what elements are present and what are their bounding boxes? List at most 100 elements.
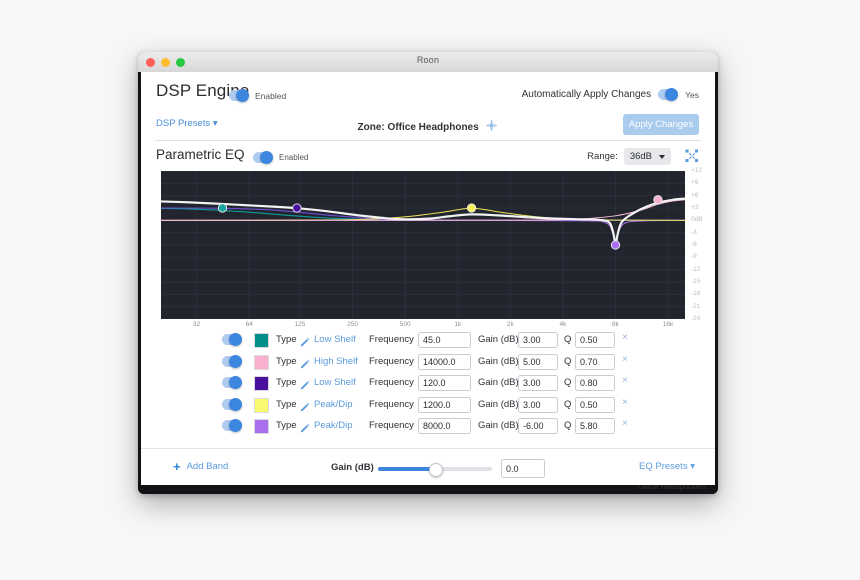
x-tick-label: 16k — [662, 321, 674, 328]
toggle-knob — [236, 89, 249, 102]
y-tick-label: -21 — [691, 302, 701, 310]
band-enable-toggle[interactable] — [222, 333, 242, 346]
remove-band-button[interactable]: × — [622, 419, 628, 429]
q-label: Q — [564, 355, 572, 367]
add-band-button[interactable]: + Add Band — [173, 460, 228, 473]
band-enable-toggle[interactable] — [222, 376, 242, 389]
frequency-input[interactable]: 14000.0 — [418, 353, 471, 370]
toggle-knob — [229, 419, 242, 432]
x-tick-label: 2k — [506, 321, 514, 328]
frequency-input[interactable]: 45.0 — [418, 332, 471, 348]
eq-presets-dropdown[interactable]: EQ Presets ▾ — [639, 461, 695, 472]
y-tick-label: -3 — [691, 228, 697, 236]
frequency-input[interactable]: 1200.0 — [418, 396, 471, 413]
dsp-enabled-label: Enabled — [255, 90, 287, 101]
gain-input[interactable]: 3.00 — [518, 375, 558, 391]
y-tick-label: -9 — [691, 253, 697, 261]
q-input[interactable]: 5.80 — [575, 418, 615, 434]
screenshot-root: Roon DSP Engine Enabled Automatically Ap… — [0, 0, 860, 580]
gain-label: Gain (dB) — [478, 355, 519, 367]
eq-response-chart[interactable] — [161, 171, 685, 319]
eq-bands-table: Type Low Shelf Frequency 45.0 Gain (dB) 3.00 Q… — [141, 329, 715, 437]
eq-graph-area: +12 +9 +6 +3 0dB -3 -6 -9 -12 -15 -18 -21 -24 32 64 12… — [155, 167, 703, 328]
auto-apply-group: Automatically Apply Changes Yes — [522, 88, 699, 101]
pencil-icon[interactable] — [300, 399, 310, 411]
q-input[interactable]: 0.50 — [575, 332, 615, 348]
x-tick-label: 1k — [454, 321, 462, 328]
band-color-swatch[interactable] — [254, 419, 269, 434]
gain-input[interactable]: 3.00 — [518, 332, 558, 348]
parametric-eq-header: Parametric EQ Enabled Range: 36dB — [141, 141, 715, 171]
auto-apply-value: Yes — [685, 89, 699, 100]
auto-apply-toggle[interactable] — [658, 88, 679, 101]
gain-input[interactable]: 5.00 — [518, 353, 558, 370]
remove-band-button[interactable]: × — [622, 354, 628, 365]
chevron-down-icon — [659, 154, 665, 159]
band-type-value[interactable]: Low Shelf — [314, 377, 356, 388]
apply-changes-button[interactable]: Apply Changes — [623, 114, 699, 135]
band-color-swatch[interactable] — [254, 333, 269, 348]
y-axis-tick-labels: +12 +9 +6 +3 0dB -3 -6 -9 -12 -15 -18 -21 -24 — [691, 167, 715, 322]
pencil-icon[interactable] — [300, 356, 310, 368]
master-gain-slider[interactable] — [378, 463, 492, 477]
table-row: Type Low Shelf Frequency 120.0 Gain (dB) 3.00… — [141, 372, 715, 394]
band-type-value[interactable]: Peak/Dip — [314, 399, 353, 410]
dsp-enabled-toggle[interactable] — [229, 89, 249, 102]
master-gain-input[interactable]: 0.0 — [501, 459, 545, 478]
q-input[interactable]: 0.50 — [575, 396, 615, 413]
pencil-icon[interactable] — [300, 377, 310, 390]
range-select[interactable]: 36dB — [623, 148, 671, 165]
x-tick-label: 32 — [193, 321, 201, 328]
y-tick-label: -6 — [691, 241, 697, 248]
expand-icon[interactable] — [685, 149, 699, 163]
peq-enabled-toggle[interactable] — [253, 151, 273, 164]
band-type-value[interactable]: Peak/Dip — [314, 420, 353, 431]
frequency-label: Frequency — [369, 420, 414, 431]
band-enable-toggle[interactable] — [222, 419, 242, 432]
band-type-value[interactable]: High Shelf — [314, 356, 358, 367]
toggle-knob — [665, 88, 679, 101]
frequency-input[interactable]: 120.0 — [418, 375, 471, 391]
pencil-icon[interactable] — [300, 334, 310, 347]
range-label: Range: — [587, 151, 618, 162]
gain-label: Gain (dB) — [478, 398, 519, 410]
x-tick-label: 8k — [612, 321, 619, 328]
remove-band-button[interactable]: × — [622, 333, 628, 343]
q-label: Q — [564, 377, 572, 388]
band-color-swatch[interactable] — [254, 397, 269, 413]
y-tick-label: -15 — [691, 278, 701, 285]
frequency-input[interactable]: 8000.0 — [418, 418, 471, 434]
band-color-swatch[interactable] — [254, 354, 269, 370]
band-enable-toggle[interactable] — [222, 397, 242, 411]
range-control: Range: 36dB — [587, 148, 671, 165]
peq-enabled-toggle-group: Enabled — [253, 151, 308, 164]
pencil-icon[interactable] — [300, 420, 310, 433]
gain-input[interactable]: 3.00 — [518, 396, 558, 413]
dsp-enabled-toggle-group: Enabled — [229, 89, 287, 102]
y-tick-label: +9 — [691, 179, 699, 187]
chevron-down-icon: ▾ — [690, 461, 695, 472]
table-row: Type Low Shelf Frequency 45.0 Gain (dB) 3.00 Q… — [141, 329, 715, 351]
band-type-value[interactable]: Low Shelf — [314, 334, 356, 345]
y-tick-label: -18 — [691, 290, 701, 298]
add-band-label: Add Band — [186, 461, 229, 472]
q-input[interactable]: 0.70 — [575, 353, 615, 370]
remove-band-button[interactable]: × — [622, 397, 628, 408]
parametric-eq-title: Parametric EQ — [156, 147, 245, 162]
q-input[interactable]: 0.80 — [575, 375, 615, 391]
toggle-knob — [229, 333, 242, 346]
q-label: Q — [564, 334, 572, 345]
gain-label: Gain (dB) — [478, 377, 519, 388]
band-color-swatch[interactable] — [254, 376, 269, 391]
band-enable-toggle[interactable] — [222, 354, 242, 368]
gain-input[interactable]: -6.00 — [518, 418, 558, 434]
plus-icon: + — [173, 459, 181, 474]
slider-handle[interactable] — [429, 463, 443, 477]
table-row: Type High Shelf Frequency 14000.0 Gain (dB) 5… — [141, 351, 715, 373]
x-tick-label: 4k — [559, 321, 567, 328]
remove-band-button[interactable]: × — [622, 376, 628, 386]
frequency-label: Frequency — [369, 334, 414, 345]
gain-label: Gain (dB) — [478, 334, 519, 345]
toggle-knob — [229, 376, 242, 389]
frequency-label: Frequency — [369, 355, 414, 367]
